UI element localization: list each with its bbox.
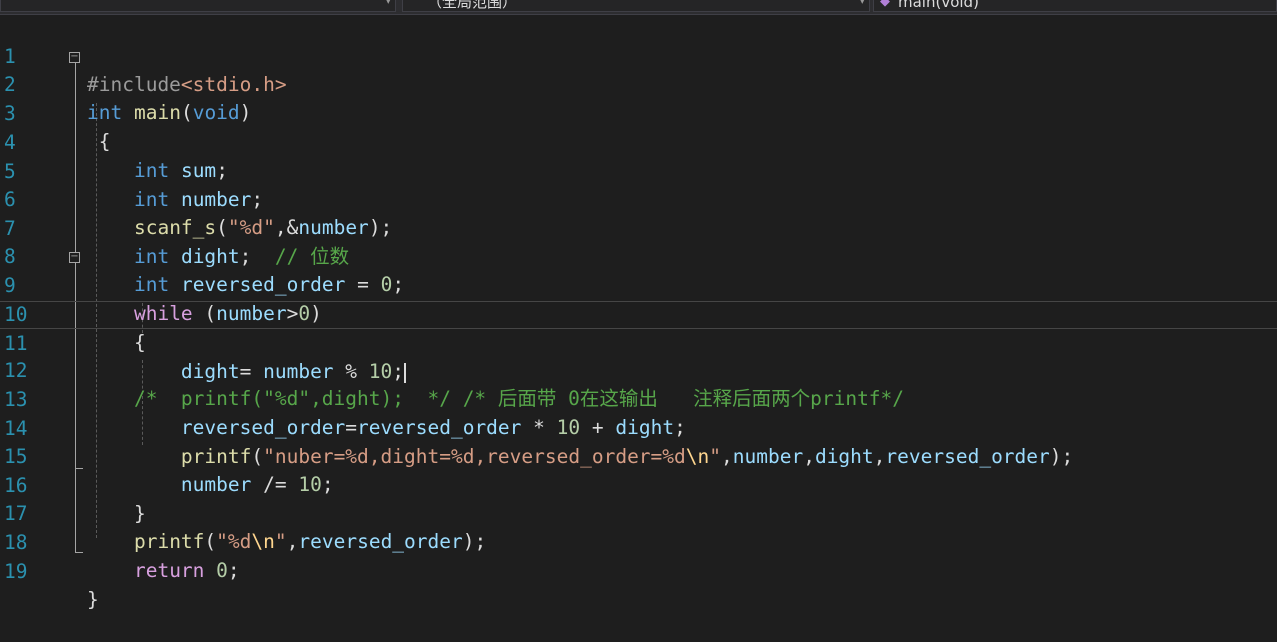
code-line[interactable]: 16 } [0, 444, 1277, 525]
code-line[interactable]: 10 { [0, 273, 1277, 354]
function-dropdown[interactable]: ◆ main(void) [873, 0, 1277, 12]
code-line[interactable]: 7 int dight; // 位数 [0, 187, 1277, 268]
line-content: } [87, 588, 99, 611]
scope-dropdown[interactable]: （全局范围） ▾ [402, 0, 870, 12]
code-line[interactable]: 15 number /= 10; [0, 415, 1277, 496]
code-line[interactable]: 14 printf("nuber=%d,dight=%d,reversed_or… [0, 387, 1277, 468]
code-line[interactable]: 4 int sum; [0, 101, 1277, 182]
code-line[interactable]: 2 int main(void) [0, 43, 1277, 124]
current-line[interactable]: 11 dight= number % 10; [0, 301, 1277, 383]
line-number: 19 [4, 560, 28, 583]
code-line[interactable]: 9 while (number>0) [0, 244, 1277, 325]
code-editor[interactable]: − − 1 #include<stdio.h> 2 int main(void)… [0, 15, 1277, 611]
code-line[interactable]: 13 reversed_order=reversed_order * 10 + … [0, 358, 1277, 439]
code-line[interactable]: 17 printf("%d\n",reversed_order); [0, 472, 1277, 553]
code-line[interactable]: 3 { [0, 72, 1277, 153]
chevron-down-icon: ▾ [385, 0, 391, 7]
chevron-down-icon: ▾ [859, 0, 865, 7]
code-line[interactable]: 18 return 0; [0, 501, 1277, 582]
function-dropdown-label: main(void) [898, 0, 979, 11]
code-line[interactable]: 12 /* printf("%d",dight); */ /* 后面带 0在这输… [0, 329, 1277, 410]
code-line[interactable]: 6 scanf_s("%d",&number); [0, 158, 1277, 239]
code-line[interactable]: 1 #include<stdio.h> [0, 15, 1277, 96]
project-dropdown[interactable]: ▾ [0, 0, 396, 12]
code-line[interactable]: 8 int reversed_order = 0; [0, 215, 1277, 296]
code-line[interactable]: 19 } [0, 530, 1277, 611]
function-icon: ◆ [880, 0, 890, 9]
scope-dropdown-label: （全局范围） [427, 0, 518, 11]
code-line[interactable]: 5 int number; [0, 130, 1277, 211]
navigation-bar: ▾ （全局范围） ▾ ◆ main(void) [0, 0, 1277, 15]
